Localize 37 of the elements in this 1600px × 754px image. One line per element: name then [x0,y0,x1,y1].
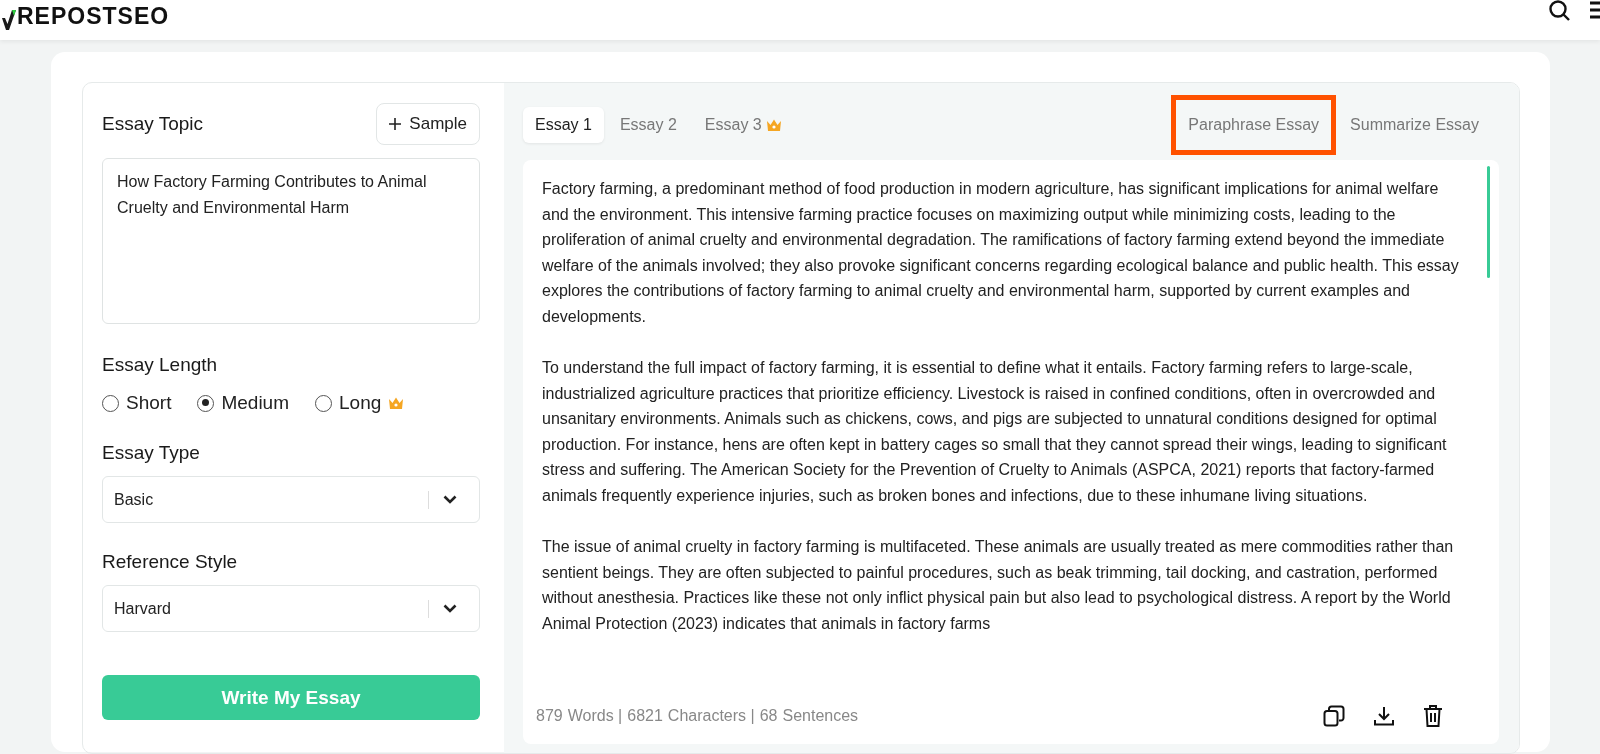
field-label: Reference Style [102,551,239,573]
field-label: Essay Topic [102,113,204,135]
essay-type-dropdown[interactable]: Basic [102,476,480,523]
logo-text[interactable]: REPOSTSEO [17,2,170,30]
reference-style-dropdown[interactable]: Harvard [102,585,480,632]
essay-action-tab[interactable]: Paraphrase Essay [1171,95,1337,155]
crown-icon [765,118,782,132]
essay-tab[interactable]: Essay 3 [692,107,794,143]
essay-paragraph: The issue of animal cruelty in factory farming is multifaceted. These animals are usually treated as mere commodities rather than sentient beings. They are often subjected to painful procedures, such as beak trimming, tail docking, and castration, performed without anesthesia. Practices like these not only inflict physical pain but also lead to psychological distress. A report by the World Animal Protection (2023) indicates that animals in factory farms [542,537,1455,634]
chevron-down-icon [443,495,457,504]
stat-label: Characters | [667,707,755,725]
length-option[interactable]: Short [102,392,172,414]
stat-count: 879 [536,707,563,725]
copy-icon[interactable] [1323,705,1345,727]
download-icon[interactable] [1373,705,1395,727]
essay-tab[interactable]: Essay 2 [607,107,689,143]
trash-icon[interactable] [1423,704,1443,728]
topic-input-field[interactable]: How Factory Farming Contributes to Animal Cruelty and Environmental Harm [102,158,480,324]
stat-count: 68 [759,707,778,725]
stat-label: Sentences [782,707,859,725]
essay-action-tab[interactable]: Summarize Essay [1340,95,1489,155]
plus-icon [389,118,402,130]
scrollbar-thumb[interactable] [1487,166,1490,278]
sample-button[interactable]: Sample [376,103,480,145]
chevron-down-icon [443,604,457,613]
essay-paragraph: Factory farming, a predominant method of food production in modern agriculture, has significant implications for animal welfare and the environment. This intensive farming practice focuses on maximizing output while minimizing costs, leading to the proliferation of animal cruelty and environmental degradation. The ramifications of factory farming extend beyond the immediate welfare of the animals involved; they also provoke significant concerns regarding ecological balance and public health. This essay explores the contributions of factory farming to animal cruelty and environmental harm, supported by current examples and developments. [542,179,1459,327]
essay-tab[interactable]: Essay 1 [523,107,604,143]
stat-count: 6821 [627,707,663,725]
stat-label: Words | [567,707,623,725]
length-option[interactable]: Long [315,392,405,414]
checkmark-logo-icon [2,9,16,30]
essay-paragraph: To understand the full impact of factory farming, it is essential to define what it entails. Factory farming refers to large-scale, industrialized agriculture practices that prioritize efficiency. Livestock is raised in confined conditions, often in overcrowded and unsanitary environments. Animals such as chickens, cows, and pigs are subjected to unnatural conditions designed for optimal production. For instance, hens are often kept in battery cages so small that they cannot spread their wings, leading to significant stress and suffering. The American Society for the Prevention of Cruelty to Animals (ASPCA, 2021) reports that factory-farmed animals frequently experience injuries, such as broken bones and infections, due to these inhumane living situations. [542,358,1448,506]
crown-icon [388,396,405,410]
field-label: Essay Length [102,354,219,376]
length-option[interactable]: Medium [197,392,289,414]
search-icon[interactable] [1548,0,1572,23]
field-label: Essay Type [102,442,201,464]
